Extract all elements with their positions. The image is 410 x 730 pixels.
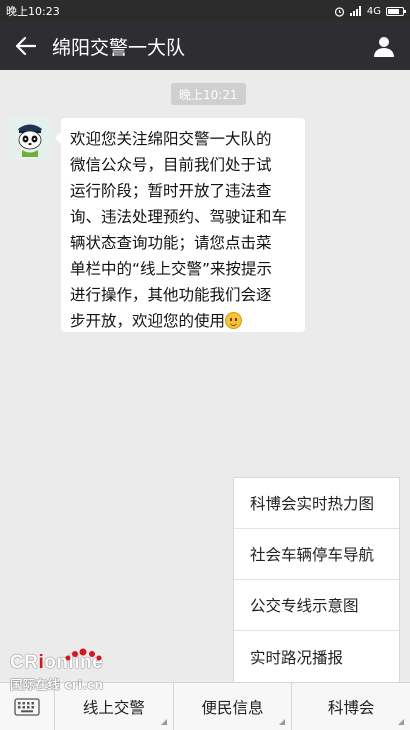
message-line: 微信公众号，目前我们处于试 [70, 156, 272, 174]
title-bar: 绵阳交警一大队 [0, 22, 410, 70]
menu-tab-label: 科博会 [327, 699, 375, 717]
message-line: 运行阶段；暂时开放了违法查 [70, 182, 272, 200]
network-type: 4G [366, 5, 381, 17]
message-line: 单栏中的“线上交警”来按提示 [70, 260, 273, 278]
message-line: 欢迎您关注绵阳交警一大队的 [70, 130, 272, 148]
submenu-indicator-icon [160, 719, 167, 725]
message-timestamp: 晚上10:21 [171, 83, 246, 105]
message-line: 进行操作，其他功能我们会逐 [70, 286, 272, 304]
submenu-indicator-icon [398, 719, 405, 725]
submenu-item-parking-navigation[interactable]: 社会车辆停车导航 [234, 529, 399, 580]
smiley-emoji-icon [225, 312, 243, 329]
message-line: 步开放，欢迎您的使用 [70, 312, 226, 330]
alarm-icon [334, 6, 344, 17]
status-icons: 4G [334, 5, 406, 17]
message-line: 辆状态查询功能；请您点击菜 [70, 234, 272, 252]
submenu-popup: 科博会实时热力图 社会车辆停车导航 公交专线示意图 实时路况播报 [233, 477, 400, 683]
status-time: 晚上10:23 [6, 5, 60, 18]
menu-tab-public-info[interactable]: 便民信息 [174, 683, 293, 730]
back-arrow-icon [16, 37, 36, 55]
submenu-indicator-icon [279, 719, 286, 725]
submenu-item-bus-route-map[interactable]: 公交专线示意图 [234, 580, 399, 631]
submenu-item-traffic-broadcast[interactable]: 实时路况播报 [234, 631, 399, 682]
panda-police-icon [9, 117, 51, 159]
watermark-dots-icon [65, 648, 102, 661]
submenu-item-heatmap[interactable]: 科博会实时热力图 [234, 478, 399, 529]
page-title: 绵阳交警一大队 [52, 36, 186, 59]
message-line: 询、违法处理预约、驾驶证和车 [70, 208, 288, 226]
back-button[interactable] [0, 22, 52, 70]
cri-watermark: CRionline 国际在线 cri.cn [10, 648, 130, 702]
profile-button[interactable] [358, 22, 410, 70]
message-line-last: 步开放，欢迎您的使用 [70, 308, 296, 334]
watermark-subtitle: 国际在线 cri.cn [10, 677, 104, 692]
battery-icon [386, 6, 406, 16]
avatar[interactable] [9, 117, 51, 159]
signal-icon [349, 6, 361, 16]
message-bubble: 欢迎您关注绵阳交警一大队的 微信公众号，目前我们处于试 运行阶段；暂时开放了违法… [55, 118, 305, 334]
menu-tab-label: 便民信息 [201, 699, 264, 717]
menu-tab-expo[interactable]: 科博会 [292, 683, 410, 730]
status-bar: 晚上10:23 4G [0, 0, 410, 22]
person-icon [374, 37, 394, 57]
